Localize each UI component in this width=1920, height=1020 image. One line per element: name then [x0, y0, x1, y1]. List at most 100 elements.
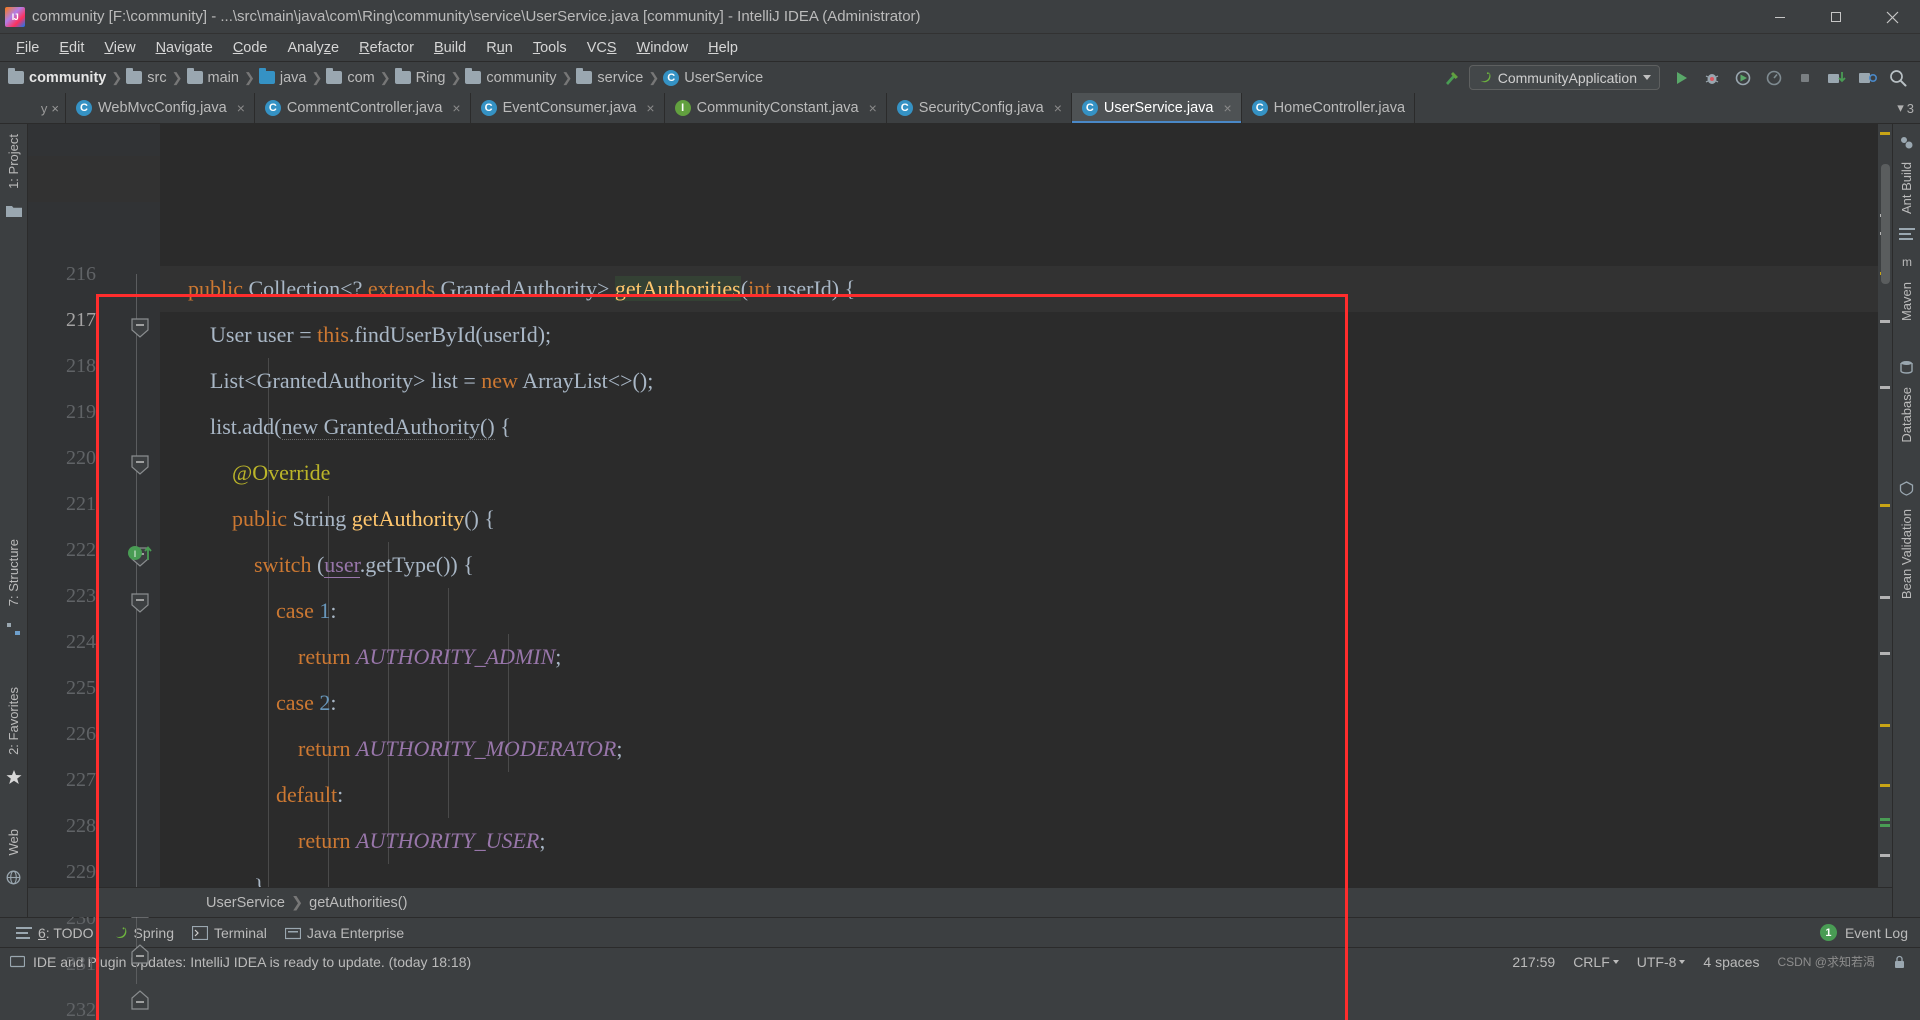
tab-close-icon[interactable]: × — [452, 100, 460, 116]
menu-run[interactable]: Run — [476, 37, 523, 59]
sidebar-item-structure[interactable]: 7: Structure — [6, 533, 21, 612]
tab-overflow-stub[interactable]: y × — [0, 93, 66, 123]
editor-marker-scrollbar[interactable] — [1878, 124, 1892, 917]
tab-close-icon[interactable]: × — [237, 100, 245, 116]
fold-collapse-icon[interactable] — [129, 592, 145, 608]
breadcrumb-class[interactable]: UserService — [206, 895, 285, 911]
marker-change[interactable] — [1880, 652, 1890, 655]
stop-button[interactable] — [1791, 65, 1819, 91]
sidebar-item-favorites[interactable]: 2: Favorites — [6, 681, 21, 761]
breadcrumb-item-service[interactable]: service — [576, 70, 643, 86]
marker-change[interactable] — [1880, 854, 1890, 857]
profile-button[interactable] — [1760, 65, 1788, 91]
sidebar-item-bean-validation[interactable]: Bean Validation — [1899, 503, 1914, 605]
close-icon[interactable] — [1864, 0, 1920, 34]
fold-expand-icon[interactable] — [129, 989, 145, 1005]
breadcrumb-item-java[interactable]: java — [259, 70, 307, 86]
tool-window-spring[interactable]: Spring — [106, 923, 186, 943]
breadcrumb-item-com[interactable]: com — [326, 70, 374, 86]
tab-webmvcconfig[interactable]: C WebMvcConfig.java × — [66, 93, 255, 123]
tool-window-terminal[interactable]: Terminal — [186, 923, 279, 943]
favorites-star-icon[interactable] — [4, 767, 24, 787]
line-separator-selector[interactable]: CRLF — [1573, 954, 1619, 970]
editor-gutter[interactable]: 216 217 218 219 220 221 222 223 224 225 … — [28, 124, 160, 917]
sidebar-item-web[interactable]: Web — [6, 823, 21, 862]
web-icon[interactable] — [4, 867, 24, 887]
editor[interactable]: 216 217 218 219 220 221 222 223 224 225 … — [28, 124, 1892, 917]
menu-file[interactable]: FFileile — [6, 37, 49, 59]
breadcrumb-method[interactable]: getAuthorities() — [309, 895, 407, 911]
menu-help[interactable]: Help — [698, 37, 748, 59]
menu-code[interactable]: Code — [223, 37, 278, 59]
fold-expand-icon[interactable] — [129, 943, 145, 959]
lock-icon[interactable] — [1893, 955, 1906, 969]
breadcrumb-item-ring[interactable]: Ring — [395, 70, 446, 86]
tab-securityconfig[interactable]: C SecurityConfig.java × — [887, 93, 1072, 123]
sidebar-item-database[interactable]: Database — [1899, 381, 1914, 449]
marker-added[interactable] — [1880, 824, 1890, 827]
maximize-icon[interactable] — [1808, 0, 1864, 34]
project-folder-icon[interactable] — [4, 201, 24, 221]
fold-collapse-icon[interactable] — [129, 317, 145, 333]
fold-collapse-icon[interactable] — [129, 454, 145, 470]
tab-close-icon[interactable]: × — [1223, 100, 1231, 116]
marker-change[interactable] — [1880, 320, 1890, 323]
breadcrumb-item-community-pkg[interactable]: community — [465, 70, 556, 86]
caret-position[interactable]: 217:59 — [1512, 954, 1555, 970]
vcs-update-icon[interactable] — [1822, 65, 1850, 91]
menu-vcs[interactable]: VCS — [577, 37, 627, 59]
menu-tools[interactable]: Tools — [523, 37, 577, 59]
sidebar-item-maven[interactable]: Maven — [1899, 276, 1914, 327]
tab-close-icon[interactable]: × — [646, 100, 654, 116]
vertical-scrollbar-thumb[interactable] — [1881, 164, 1890, 284]
marker-warning[interactable] — [1880, 724, 1890, 727]
debug-button[interactable] — [1698, 65, 1726, 91]
code-content[interactable]: public Collection<? extends GrantedAutho… — [160, 124, 1878, 917]
marker-added[interactable] — [1880, 818, 1890, 821]
marker-change[interactable] — [1880, 386, 1890, 389]
tab-list-overflow[interactable]: ▾ 3 — [1897, 93, 1920, 123]
marker-warning[interactable] — [1880, 504, 1890, 507]
sidebar-item-project[interactable]: 1: Project — [6, 128, 21, 195]
breadcrumb-item-userservice[interactable]: C UserService — [663, 70, 763, 86]
menu-window[interactable]: Window — [627, 37, 699, 59]
tab-userservice[interactable]: C UserService.java × — [1072, 93, 1242, 123]
bean-validation-icon[interactable] — [1897, 479, 1917, 499]
tab-commentcontroller[interactable]: C CommentController.java × — [255, 93, 471, 123]
ant-lines-icon[interactable] — [1897, 224, 1917, 244]
maven-icon[interactable]: m — [1897, 252, 1917, 272]
menu-refactor[interactable]: Refactor — [349, 37, 424, 59]
menu-view[interactable]: View — [94, 37, 145, 59]
sidebar-item-ant-build[interactable]: Ant Build — [1899, 156, 1914, 220]
tab-overflow-close-icon[interactable]: × — [51, 101, 59, 116]
tab-homecontroller[interactable]: C HomeController.java — [1242, 93, 1415, 123]
tab-eventconsumer[interactable]: C EventConsumer.java × — [471, 93, 665, 123]
search-everywhere-button[interactable] — [1884, 65, 1912, 91]
structure-icon[interactable] — [4, 619, 24, 639]
indent-selector[interactable]: 4 spaces — [1703, 954, 1759, 970]
breadcrumb-item-main[interactable]: main — [187, 70, 239, 86]
minimize-icon[interactable] — [1752, 0, 1808, 34]
database-icon[interactable] — [1897, 357, 1917, 377]
menu-build[interactable]: Build — [424, 37, 476, 59]
menu-edit[interactable]: Edit — [49, 37, 94, 59]
encoding-selector[interactable]: UTF-8 — [1637, 954, 1686, 970]
marker-warning[interactable] — [1880, 132, 1890, 135]
tab-close-icon[interactable]: × — [869, 100, 877, 116]
make-project-button[interactable] — [1438, 65, 1466, 91]
menu-navigate[interactable]: Navigate — [146, 37, 223, 59]
marker-warning[interactable] — [1880, 784, 1890, 787]
marker-change[interactable] — [1880, 596, 1890, 599]
tool-window-java-enterprise[interactable]: Java Enterprise — [279, 923, 416, 943]
vcs-commit-icon[interactable] — [1853, 65, 1881, 91]
breadcrumb-item-src[interactable]: src — [126, 70, 166, 86]
implementing-method-icon[interactable]: I — [126, 542, 156, 569]
ant-build-icon[interactable] — [1897, 132, 1917, 152]
run-with-coverage-button[interactable] — [1729, 65, 1757, 91]
run-configuration-selector[interactable]: CommunityApplication — [1469, 65, 1660, 90]
tab-close-icon[interactable]: × — [1054, 100, 1062, 116]
menu-analyze[interactable]: Analyze — [278, 37, 350, 59]
tab-communityconstant[interactable]: I CommunityConstant.java × — [665, 93, 887, 123]
run-button[interactable] — [1667, 65, 1695, 91]
breadcrumb-item-community[interactable]: community — [8, 70, 106, 86]
